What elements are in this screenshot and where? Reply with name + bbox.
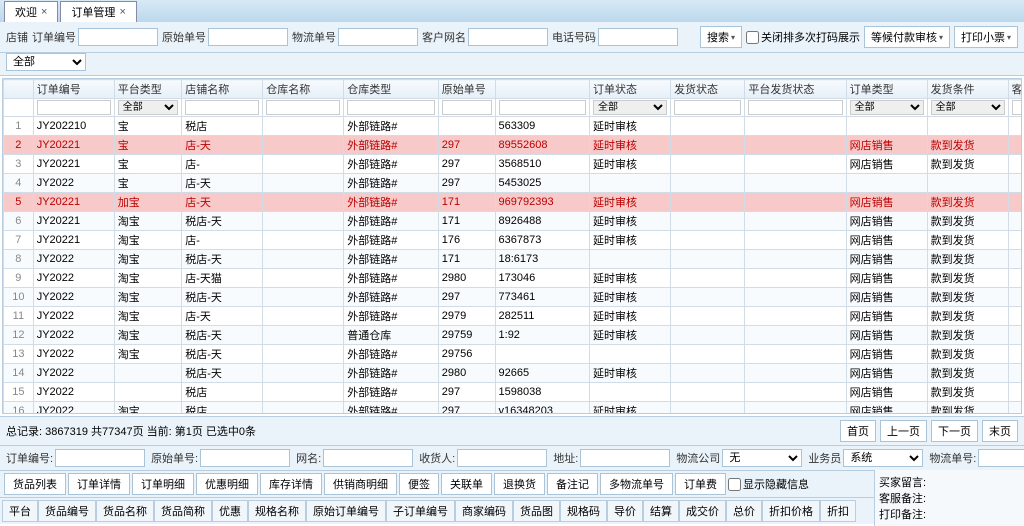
col-header[interactable]: 平台发货状态: [745, 80, 846, 99]
detail-tabs: 货品列表订单详情订单明细优惠明细库存详情供销商明细便签关联单退换货备注记多物流单…: [0, 470, 874, 497]
col-header[interactable]: 订单类型: [846, 80, 927, 99]
filter-bar: 店铺 订单编号 原始单号 物流单号 客户网名 电话号码 搜索 关闭排多次打码展示…: [0, 22, 1024, 53]
detail-col: 平台: [2, 500, 38, 522]
table-row[interactable]: 10JY2022淘宝税店-天外部链路#297773461延时审核网店销售款到发货…: [4, 288, 1023, 307]
table-row[interactable]: 12JY2022淘宝税店-天普通仓库297591:92延时审核网店销售款到发货2…: [4, 326, 1023, 345]
detail-col: 导价: [607, 500, 643, 522]
detail-tab[interactable]: 优惠明细: [196, 473, 258, 495]
d-recv[interactable]: [457, 449, 547, 467]
col-header[interactable]: [495, 80, 590, 99]
col-header[interactable]: 发货状态: [671, 80, 745, 99]
table-row[interactable]: 2JY20221宝店-天外部链路#29789552608延时审核网店销售款到发货…: [4, 136, 1023, 155]
close-multiscan-check[interactable]: 关闭排多次打码展示: [746, 29, 860, 45]
table-row[interactable]: 11JY2022淘宝店-天外部链路#2979282511延时审核网店销售款到发货…: [4, 307, 1023, 326]
adv-audit-button[interactable]: 等候付款审核: [864, 26, 950, 48]
col-header[interactable]: 订单编号: [33, 80, 114, 99]
col-header[interactable]: [4, 80, 34, 99]
prev-page-button[interactable]: 上一页: [880, 420, 927, 442]
search-button[interactable]: 搜索: [700, 26, 742, 48]
detail-col: 优惠: [212, 500, 248, 522]
col-header[interactable]: 平台类型: [114, 80, 182, 99]
detail-tab[interactable]: 退换货: [494, 473, 545, 495]
table-row[interactable]: 1JY202210宝税店外部链路#563309延时审核2022-10-27 20…: [4, 117, 1023, 136]
table-row[interactable]: 8JY2022淘宝税店-天外部链路#17118:6173网店销售款到发货2022…: [4, 250, 1023, 269]
detail-col: 子订单编号: [386, 500, 455, 522]
pager: 总记录: 3867319 共77347页 当前: 第1页 已选中0条 首页 上一…: [0, 416, 1024, 445]
col-header[interactable]: 店铺名称: [182, 80, 263, 99]
orig-no-input[interactable]: [208, 28, 288, 46]
detail-tab[interactable]: 订单明细: [132, 473, 194, 495]
d-logis-comp[interactable]: 无: [722, 449, 802, 467]
tab-order-mgmt[interactable]: 订单管理×: [60, 1, 136, 22]
detail-filter: 订单编号: 原始单号: 网名: 收货人: 地址: 物流公司无 业务员系统 物流单…: [0, 445, 1024, 470]
table-row[interactable]: 15JY2022税店外部链路#2971598038网店销售款到发货2022-10…: [4, 383, 1023, 402]
table-row[interactable]: 3JY20221宝店-外部链路#2973568510延时审核网店销售款到发货20…: [4, 155, 1023, 174]
detail-col: 折扣: [820, 500, 856, 522]
detail-col: 规格名称: [248, 500, 306, 522]
tab-bar: 欢迎× 订单管理×: [0, 0, 1024, 22]
col-header[interactable]: 订单状态: [590, 80, 671, 99]
detail-col: 原始订单编号: [306, 500, 386, 522]
logis-no-input[interactable]: [338, 28, 418, 46]
close-icon[interactable]: ×: [119, 6, 125, 18]
d-alias[interactable]: [323, 449, 413, 467]
cust-name-input[interactable]: [468, 28, 548, 46]
col-header[interactable]: 发货条件: [927, 80, 1008, 99]
col-header[interactable]: 客服原因: [1008, 80, 1022, 99]
detail-col: 商家编码: [455, 500, 513, 522]
detail-col: 货品编号: [38, 500, 96, 522]
table-row[interactable]: 7JY20221淘宝店-外部链路#1766367873延时审核网店销售款到发货2…: [4, 231, 1023, 250]
detail-grid-header: 平台货品编号货品名称货品简称优惠规格名称原始订单编号子订单编号商家编码货品图规格…: [0, 497, 874, 524]
detail-tab[interactable]: 订单费: [675, 473, 726, 495]
d-order-no[interactable]: [55, 449, 145, 467]
detail-col: 货品图: [513, 500, 560, 522]
detail-tab[interactable]: 多物流单号: [600, 473, 673, 495]
detail-tab[interactable]: 供销商明细: [324, 473, 397, 495]
detail-tab[interactable]: 订单详情: [68, 473, 130, 495]
detail-col: 结算: [643, 500, 679, 522]
next-page-button[interactable]: 下一页: [931, 420, 978, 442]
d-addr[interactable]: [580, 449, 670, 467]
d-orig-no[interactable]: [200, 449, 290, 467]
order-no-input[interactable]: [78, 28, 158, 46]
detail-col: 货品简称: [154, 500, 212, 522]
table-row[interactable]: 6JY20221淘宝税店-天外部链路#1718926488延时审核网店销售款到发…: [4, 212, 1023, 231]
d-logis-no[interactable]: [978, 449, 1024, 467]
phone-input[interactable]: [598, 28, 678, 46]
shop-select[interactable]: 全部: [6, 53, 86, 71]
order-grid[interactable]: 订单编号平台类型店铺名称仓库名称仓库类型原始单号 订单状态发货状态平台发货状态订单…: [2, 78, 1022, 414]
detail-tab[interactable]: 库存详情: [260, 473, 322, 495]
detail-tab[interactable]: 便签: [399, 473, 439, 495]
detail-col: 折扣价格: [762, 500, 820, 522]
col-header[interactable]: 仓库类型: [344, 80, 439, 99]
table-row[interactable]: 5JY20221加宝店-天外部链路#171969792393延时审核网店销售款到…: [4, 193, 1023, 212]
table-row[interactable]: 13JY2022淘宝税店-天外部链路#29756网店销售款到发货2022-10-…: [4, 345, 1023, 364]
col-header[interactable]: 仓库名称: [263, 80, 344, 99]
tab-welcome[interactable]: 欢迎×: [4, 1, 58, 22]
table-row[interactable]: 14JY2022税店-天外部链路#298092665延时审核网店销售款到发货20…: [4, 364, 1023, 383]
d-biz[interactable]: 系统: [843, 449, 923, 467]
detail-col: 货品名称: [96, 500, 154, 522]
table-row[interactable]: 4JY2022宝店-天外部链路#29754530252022-10-272022…: [4, 174, 1023, 193]
first-page-button[interactable]: 首页: [840, 420, 876, 442]
detail-col: 成交价: [679, 500, 726, 522]
detail-tab[interactable]: 备注记: [547, 473, 598, 495]
col-header[interactable]: 原始单号: [438, 80, 495, 99]
print-setup-button[interactable]: 打印小票: [954, 26, 1018, 48]
notes-panel: 买家留言: 客服备注: 打印备注:: [874, 470, 1024, 526]
detail-tab[interactable]: 货品列表: [4, 473, 66, 495]
last-page-button[interactable]: 末页: [982, 420, 1018, 442]
detail-tab[interactable]: 关联单: [441, 473, 492, 495]
close-icon[interactable]: ×: [41, 6, 47, 18]
detail-col: 规格码: [560, 500, 607, 522]
table-row[interactable]: 16JY2022淘宝税店外部链路#297y16348203延时审核网店销售款到发…: [4, 402, 1023, 415]
table-row[interactable]: 9JY2022淘宝店-天猫外部链路#2980173046延时审核网店销售款到发货…: [4, 269, 1023, 288]
pager-summary: 总记录: 3867319 共77347页 当前: 第1页 已选中0条: [6, 423, 256, 439]
detail-col: 总价: [726, 500, 762, 522]
